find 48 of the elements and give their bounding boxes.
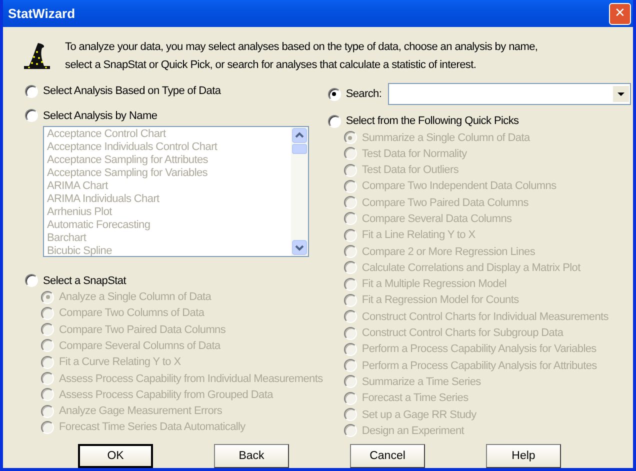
radio-label: Construct Control Charts for Subgroup Data bbox=[362, 327, 564, 340]
radio-label: Summarize a Single Column of Data bbox=[362, 132, 530, 144]
radio-label: Compare Two Paired Data Columns bbox=[59, 324, 226, 336]
radio-label: Summarize a Time Series bbox=[362, 376, 481, 388]
dialog-button[interactable]: Help bbox=[486, 444, 561, 468]
window-title: StatWizard bbox=[8, 6, 76, 22]
wizard-hat-icon bbox=[22, 42, 52, 70]
radio-label: Search: bbox=[346, 88, 382, 100]
close-button[interactable]: ✕ bbox=[609, 2, 631, 25]
radio-label: Test Data for Normality bbox=[362, 148, 467, 160]
radio-label: Construct Control Charts for Individual Measurements bbox=[362, 310, 608, 323]
search-field[interactable] bbox=[388, 83, 631, 106]
radio-button[interactable] bbox=[25, 109, 38, 122]
radio-label: Fit a Regression Model for Counts bbox=[362, 294, 519, 306]
radio-label: Test Data for Outliers bbox=[362, 164, 459, 176]
radio-label: Analyze a Single Column of Data bbox=[59, 291, 212, 304]
radio-label: Select from the Following Quick Picks bbox=[346, 115, 519, 128]
radio-label: Assess Process Capability from Individual Measurements bbox=[59, 372, 323, 385]
intro-text: select a SnapStat or Quick Pick, or search for analyses that calculate a statistic of interest. bbox=[65, 58, 478, 74]
radio-label: Fit a Line Relating Y to X bbox=[362, 229, 476, 242]
dialog-button[interactable]: Back bbox=[214, 444, 289, 468]
radio-label: Analyze Gage Measurement Errors bbox=[59, 405, 222, 418]
radio-label: Calculate Correlations and Display a Matrix Plot bbox=[362, 262, 580, 274]
radio-label: Select a SnapStat bbox=[43, 274, 126, 287]
radio-label: Perform a Process Capability Analysis for Variables bbox=[362, 343, 596, 356]
radio-label: Perform a Process Capability Analysis for Attributes bbox=[362, 360, 597, 372]
radio-label: Fit a Multiple Regression Model bbox=[362, 278, 507, 290]
radio-label: Select Analysis Based on Type of Data bbox=[43, 85, 221, 98]
radio-label: Compare Two Columns of Data bbox=[59, 307, 204, 320]
intro-text: To analyze your data, you may select analyses based on the type of data, choose an analysis by name, bbox=[65, 40, 538, 56]
radio-label: Select Analysis by Name bbox=[43, 110, 158, 122]
radio-label: Compare Several Columns of Data bbox=[59, 340, 220, 352]
radio-label: Forecast a Time Series bbox=[362, 392, 468, 404]
radio-label: Compare Two Paired Data Columns bbox=[362, 196, 528, 209]
radio-label: Compare 2 or More Regression Lines bbox=[362, 246, 536, 258]
dialog-button[interactable]: Cancel bbox=[350, 444, 425, 468]
radio-button[interactable] bbox=[328, 88, 341, 101]
radio-label: Design an Experiment bbox=[362, 424, 464, 437]
radio-label: Assess Process Capability from Grouped Data bbox=[59, 388, 273, 401]
radio-button[interactable] bbox=[25, 84, 38, 98]
radio-label: Fit a Curve Relating Y to X bbox=[59, 356, 181, 368]
dialog-button[interactable]: OK bbox=[78, 444, 153, 468]
radio-label: Compare Two Independent Data Columns bbox=[362, 180, 556, 192]
radio-label: Set up a Gage RR Study bbox=[362, 408, 476, 421]
radio-button[interactable] bbox=[25, 274, 38, 288]
radio-label: Compare Several Data Columns bbox=[362, 212, 512, 225]
radio-button[interactable] bbox=[328, 114, 341, 128]
radio-label: Forecast Time Series Data Automatically bbox=[59, 421, 246, 434]
